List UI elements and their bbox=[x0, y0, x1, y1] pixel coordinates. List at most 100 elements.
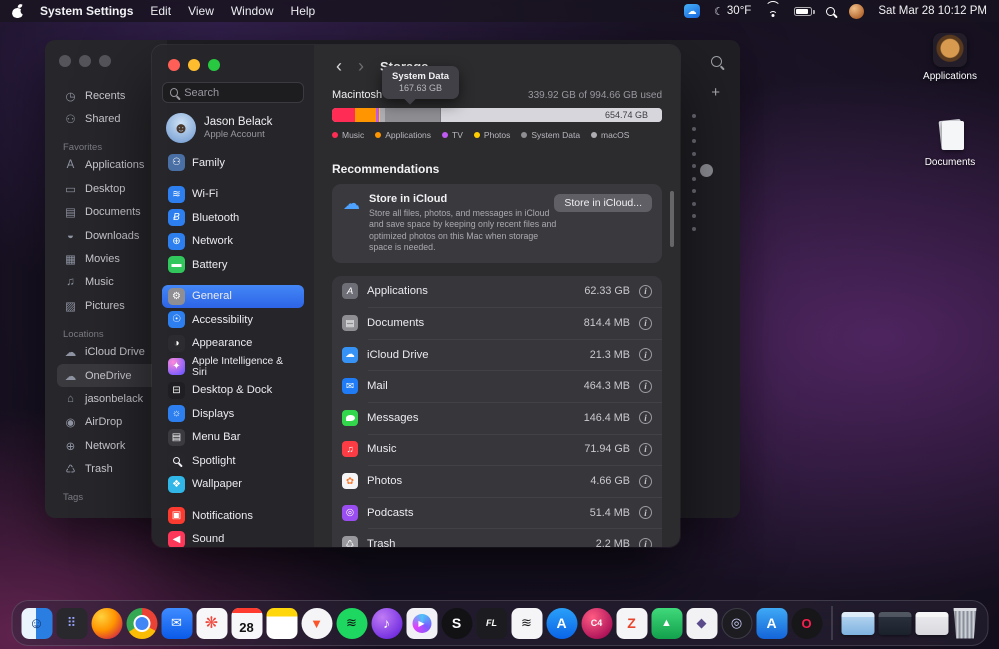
dock-chrome-icon[interactable] bbox=[126, 607, 157, 639]
finder-item-airdrop[interactable]: ◉ AirDrop bbox=[57, 411, 159, 434]
dock-calendar-icon[interactable]: 28 bbox=[231, 607, 262, 639]
dock-cinema4d-icon[interactable]: C4 bbox=[581, 607, 612, 639]
user-avatar-icon[interactable] bbox=[849, 3, 865, 19]
info-button[interactable]: i bbox=[639, 442, 652, 456]
forward-button[interactable]: › bbox=[350, 57, 372, 75]
minimized-window-1[interactable] bbox=[841, 611, 874, 635]
dock-green-app-icon[interactable]: ▲ bbox=[651, 607, 682, 639]
minimized-window-2[interactable] bbox=[878, 611, 911, 635]
sidebar-item-wallpaper[interactable]: ❖ Wallpaper bbox=[162, 473, 304, 497]
info-button[interactable]: i bbox=[639, 411, 652, 425]
dock-zbrush-icon[interactable]: Z bbox=[616, 607, 647, 639]
menu-edit[interactable]: Edit bbox=[150, 4, 171, 18]
wifi-status-icon[interactable] bbox=[765, 6, 780, 17]
weather-cloud-icon[interactable]: ☁ bbox=[684, 4, 701, 18]
sidebar-item-apple-intelligence[interactable]: ✦ Apple Intelligence & Siri bbox=[162, 355, 304, 379]
apple-menu-icon[interactable] bbox=[12, 5, 23, 18]
finder-item-movies[interactable]: ▦ Movies bbox=[57, 247, 159, 270]
dock-blue-a-app-icon[interactable]: A bbox=[756, 607, 787, 639]
back-button[interactable]: ‹ bbox=[328, 57, 350, 75]
spotlight-search-icon[interactable] bbox=[826, 6, 836, 16]
finder-item-pictures[interactable]: ▨ Pictures bbox=[57, 294, 159, 317]
desktop-icon-documents[interactable]: Documents bbox=[911, 119, 989, 168]
minimize-button[interactable] bbox=[188, 59, 200, 71]
finder-item-onedrive[interactable]: ☁ OneDrive bbox=[57, 363, 159, 388]
info-button[interactable]: i bbox=[639, 284, 652, 298]
settings-search-field[interactable] bbox=[162, 82, 304, 103]
sidebar-item-wifi[interactable]: ≋ Wi-Fi bbox=[162, 183, 304, 207]
finder-item-trash[interactable]: ♺ Trash bbox=[57, 457, 159, 480]
finder-item-icloud-drive[interactable]: ☁ iCloud Drive bbox=[57, 341, 159, 364]
dock-typing-app-icon[interactable]: ≋ bbox=[511, 607, 542, 639]
sidebar-item-accessibility[interactable]: ☉ Accessibility bbox=[162, 308, 304, 332]
info-button[interactable]: i bbox=[639, 474, 652, 488]
dock-gem-app-icon[interactable]: ◆ bbox=[686, 607, 717, 639]
finder-item-home[interactable]: ⌂ jasonbelack bbox=[57, 387, 159, 410]
dock-music-app-icon[interactable]: ♪ bbox=[371, 607, 402, 639]
traffic-lights[interactable] bbox=[168, 59, 304, 71]
sidebar-item-menu-bar[interactable]: ▤ Menu Bar bbox=[162, 426, 304, 450]
apple-account-item[interactable]: ☻ Jason Belack Apple Account bbox=[162, 103, 304, 151]
sidebar-item-spotlight[interactable]: Spotlight bbox=[162, 449, 304, 473]
dock-firefox-icon[interactable] bbox=[91, 607, 122, 639]
sidebar-item-battery[interactable]: ▬ Battery bbox=[162, 253, 304, 277]
battery-status-icon[interactable] bbox=[794, 6, 815, 16]
dock-controller-app-icon[interactable]: ◎ bbox=[721, 607, 752, 639]
usage-summary: 339.92 GB of 994.66 GB used bbox=[528, 90, 662, 101]
dock-photos-icon[interactable]: ❋ bbox=[196, 607, 227, 639]
dock-notes-icon[interactable] bbox=[266, 607, 297, 639]
info-button[interactable]: i bbox=[639, 537, 652, 547]
add-button[interactable]: + bbox=[711, 84, 720, 101]
minimized-window-3[interactable] bbox=[915, 611, 948, 635]
dock-launchpad-icon[interactable]: ⠿ bbox=[56, 607, 87, 639]
sidebar-item-sound[interactable]: ◀ Sound bbox=[162, 528, 304, 547]
dock-brave-icon[interactable]: ▼ bbox=[301, 607, 332, 639]
sidebar-item-desktop-dock[interactable]: ⊟ Desktop & Dock bbox=[162, 379, 304, 403]
sidebar-item-general[interactable]: ⚙ General bbox=[162, 284, 304, 308]
dock-trash-icon[interactable] bbox=[953, 607, 977, 639]
dock-app-store-icon[interactable]: A bbox=[546, 607, 577, 639]
sidebar-item-notifications[interactable]: ▣ Notifications bbox=[162, 504, 304, 528]
finder-item-applications[interactable]: A Applications bbox=[57, 154, 159, 177]
menu-help[interactable]: Help bbox=[291, 4, 316, 18]
dock-opera-gx-icon[interactable]: O bbox=[791, 607, 822, 639]
finder-item-documents[interactable]: ▤ Documents bbox=[57, 201, 159, 224]
info-button[interactable]: i bbox=[639, 506, 652, 520]
dock-fl-studio-icon[interactable]: FL bbox=[476, 607, 507, 639]
close-button[interactable] bbox=[168, 59, 180, 71]
dock-s-app-icon[interactable]: S bbox=[441, 607, 472, 639]
search-input[interactable] bbox=[184, 86, 296, 99]
segment-free: 654.74 GB bbox=[440, 108, 662, 122]
app-menu-title[interactable]: System Settings bbox=[40, 4, 133, 18]
desktop-icon-applications[interactable]: Applications bbox=[911, 33, 989, 82]
info-button[interactable]: i bbox=[639, 379, 652, 393]
menu-bar-clock[interactable]: Sat Mar 28 10:12 PM bbox=[878, 5, 987, 17]
menu-window[interactable]: Window bbox=[231, 4, 274, 18]
finder-item-shared[interactable]: ⚇ Shared bbox=[57, 107, 159, 130]
dock-mail-icon[interactable]: ✉ bbox=[161, 607, 192, 639]
info-button[interactable]: i bbox=[639, 348, 652, 362]
sidebar-item-displays[interactable]: ☼ Displays bbox=[162, 402, 304, 426]
sidebar-item-family[interactable]: ⚇ Family bbox=[162, 151, 304, 175]
finder-item-network[interactable]: ⊕ Network bbox=[57, 434, 159, 457]
segment-system-data[interactable] bbox=[385, 108, 441, 122]
menu-view[interactable]: View bbox=[188, 4, 214, 18]
scrollbar[interactable] bbox=[670, 191, 674, 247]
dock-iina-icon[interactable]: ▶ bbox=[406, 607, 437, 639]
store-in-icloud-button[interactable]: Store in iCloud... bbox=[554, 194, 652, 212]
sidebar-item-appearance[interactable]: ◑ Appearance bbox=[162, 332, 304, 356]
sidebar-item-network[interactable]: ⊕ Network bbox=[162, 230, 304, 254]
sidebar-item-bluetooth[interactable]: Ƀ Bluetooth bbox=[162, 206, 304, 230]
finder-item-music[interactable]: ♫ Music bbox=[57, 271, 159, 294]
search-icon[interactable] bbox=[711, 56, 722, 67]
weather-status[interactable]: ☾ 30°F bbox=[714, 5, 751, 18]
finder-item-recents[interactable]: ◷ Recents bbox=[57, 84, 159, 107]
row-mail: ✉ Mail 464.3 MB i bbox=[332, 370, 662, 402]
dock-spotify-icon[interactable]: ≋ bbox=[336, 607, 367, 639]
zoom-button[interactable] bbox=[208, 59, 220, 71]
dock-finder-icon[interactable]: ☺ bbox=[21, 607, 52, 639]
finder-traffic-lights[interactable] bbox=[59, 55, 111, 67]
finder-item-desktop[interactable]: ▭ Desktop bbox=[57, 177, 159, 200]
finder-item-downloads[interactable]: ◒ Downloads bbox=[57, 224, 159, 247]
info-button[interactable]: i bbox=[639, 316, 652, 330]
